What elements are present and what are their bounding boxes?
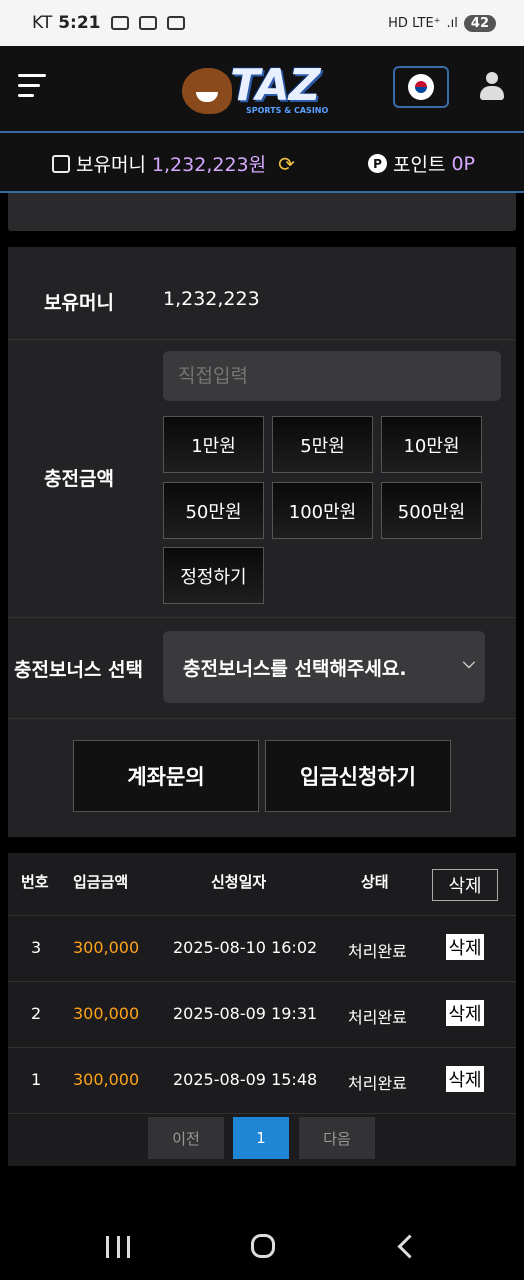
table-row: 1 300,000 2025-08-09 15:48 처리완료 삭제 [8, 1048, 516, 1114]
pagination: 이전 1 다음 [8, 1117, 516, 1159]
amount-input[interactable] [163, 351, 501, 401]
col-date: 신청일자 [211, 873, 267, 891]
amount-500man-button[interactable]: 500만원 [381, 482, 482, 539]
point-summary: P 포인트 0P [368, 150, 475, 177]
status-bar: KT 5:21 HD LTE⁺ .ıl 42 [0, 0, 524, 46]
title-strip [8, 193, 516, 231]
col-status: 상태 [361, 873, 389, 891]
user-icon[interactable] [479, 72, 505, 102]
point-value: 0P [451, 152, 475, 175]
youtube-icon [166, 16, 185, 30]
amount-label: 충전금액 [44, 468, 114, 490]
form-money-label: 보유머니 [44, 292, 114, 314]
refresh-icon[interactable]: ⟳ [278, 152, 295, 176]
amount-100man-button[interactable]: 100만원 [272, 482, 373, 539]
battery-badge: 42 [463, 14, 496, 32]
site-logo[interactable]: TAZ SPORTS & CASINO [182, 58, 342, 122]
signal-icon: .ıl [446, 15, 458, 31]
bonus-row: 충전보너스 선택 충전보너스를 선택해주세요. ⌵ [8, 617, 516, 719]
amount-5man-button[interactable]: 5만원 [272, 416, 373, 473]
row-date: 2025-08-10 16:02 [173, 938, 318, 957]
row-no: 1 [31, 1070, 42, 1089]
korea-flag-icon [408, 74, 434, 100]
row-status: 처리완료 [348, 942, 407, 961]
table-header: 번호 입금금액 신청일자 상태 삭제 [8, 853, 516, 916]
row-status: 처리완료 [348, 1008, 407, 1027]
network-label: HD LTE⁺ [388, 15, 441, 31]
money-value: 1,232,223원 [151, 154, 267, 176]
deposit-history-table: 번호 입금금액 신청일자 상태 삭제 3 300,000 2025-08-10 … [8, 853, 516, 1166]
location-icon [138, 16, 157, 30]
table-row: 3 300,000 2025-08-10 16:02 처리완료 삭제 [8, 916, 516, 982]
row-delete-button[interactable]: 삭제 [446, 934, 484, 960]
amount-1man-button[interactable]: 1만원 [163, 416, 264, 473]
screenshot-icon [110, 16, 129, 30]
money-summary: 보유머니 1,232,223원 ⟳ [52, 150, 295, 177]
home-icon[interactable] [251, 1234, 275, 1258]
recent-apps-icon[interactable] [106, 1236, 130, 1258]
row-delete-button[interactable]: 삭제 [446, 1000, 484, 1026]
balance-bar: 보유머니 1,232,223원 ⟳ P 포인트 0P [0, 133, 524, 193]
reset-amount-button[interactable]: 정정하기 [163, 547, 264, 604]
system-nav-bar [0, 1210, 524, 1280]
chevron-down-icon: ⌵ [462, 653, 475, 672]
point-label: 포인트 [393, 154, 446, 176]
status-right: HD LTE⁺ .ıl 42 [388, 14, 496, 32]
bonus-select-value: 충전보너스를 선택해주세요. [183, 657, 407, 680]
mascot-logo-icon [182, 68, 232, 114]
form-money-value: 1,232,223 [163, 288, 260, 310]
delete-all-button[interactable]: 삭제 [432, 869, 498, 901]
logo-text: TAZ [230, 60, 321, 111]
menu-icon[interactable] [18, 74, 46, 104]
point-icon: P [368, 154, 387, 173]
row-no: 2 [31, 1004, 42, 1023]
table-row: 2 300,000 2025-08-09 19:31 처리완료 삭제 [8, 982, 516, 1048]
next-page-button[interactable]: 다음 [299, 1117, 375, 1159]
amount-10man-button[interactable]: 10만원 [381, 416, 482, 473]
back-icon[interactable] [397, 1234, 422, 1259]
row-status: 처리완료 [348, 1074, 407, 1093]
row-date: 2025-08-09 15:48 [173, 1070, 318, 1089]
coin-icon [52, 154, 70, 173]
money-row: 보유머니 1,232,223 [8, 247, 516, 340]
col-amount: 입금금액 [73, 873, 129, 891]
row-amount: 300,000 [73, 938, 140, 957]
prev-page-button[interactable]: 이전 [148, 1117, 224, 1159]
bonus-select[interactable]: 충전보너스를 선택해주세요. ⌵ [163, 631, 485, 703]
clock: 5:21 [58, 13, 101, 33]
status-left: KT 5:21 [32, 13, 185, 33]
col-no: 번호 [21, 873, 49, 891]
logo-subtitle: SPORTS & CASINO [246, 106, 329, 115]
account-inquiry-button[interactable]: 계좌문의 [73, 740, 259, 812]
bonus-label: 충전보너스 선택 [14, 659, 143, 681]
money-label: 보유머니 [76, 154, 146, 176]
page-1-button[interactable]: 1 [233, 1117, 289, 1159]
amount-50man-button[interactable]: 50만원 [163, 482, 264, 539]
row-no: 3 [31, 938, 42, 957]
carrier-label: KT [32, 13, 53, 33]
site-header: TAZ SPORTS & CASINO [0, 46, 524, 133]
row-delete-button[interactable]: 삭제 [446, 1066, 484, 1092]
deposit-request-button[interactable]: 입금신청하기 [265, 740, 451, 812]
row-amount: 300,000 [73, 1070, 140, 1089]
row-amount: 300,000 [73, 1004, 140, 1023]
deposit-form: 보유머니 1,232,223 충전금액 1만원 5만원 10만원 50만원 10… [8, 247, 516, 837]
row-date: 2025-08-09 19:31 [173, 1004, 318, 1023]
language-button[interactable] [393, 66, 449, 108]
